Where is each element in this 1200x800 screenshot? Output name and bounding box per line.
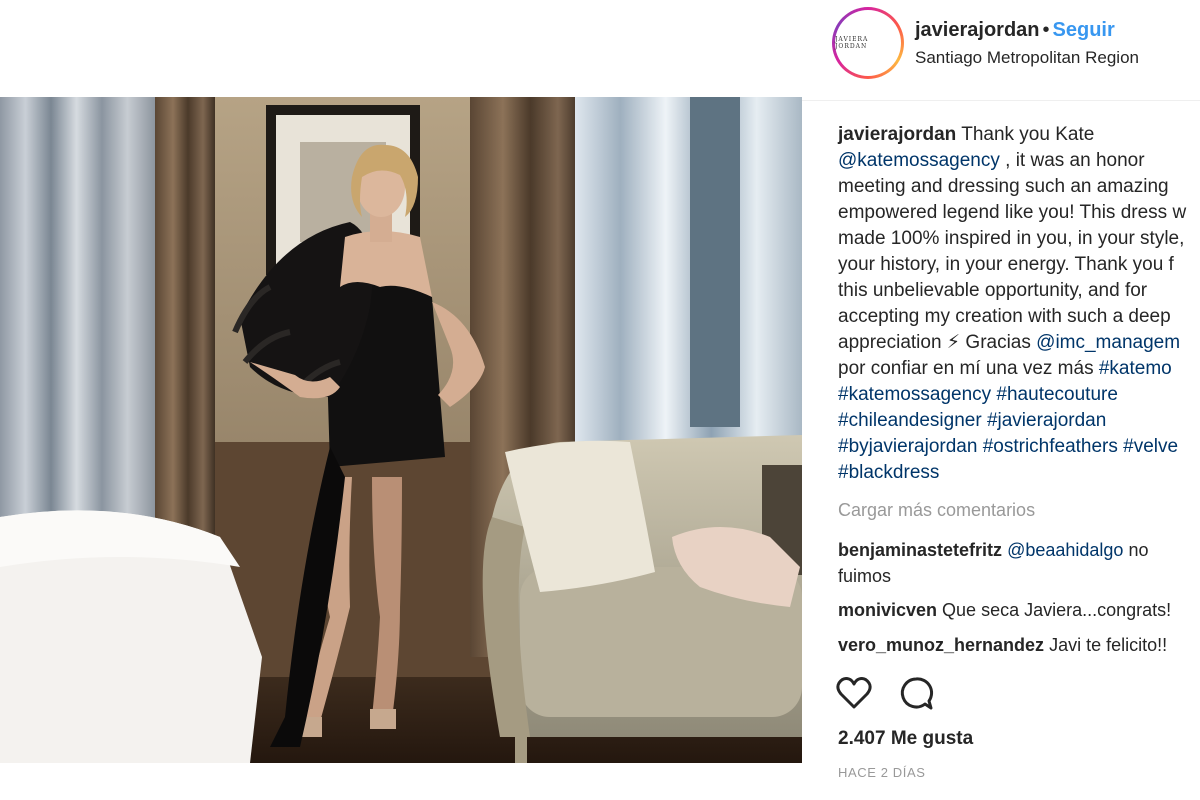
comment-text: Que seca Javiera...congrats! — [937, 600, 1172, 620]
comment-icon[interactable] — [898, 676, 934, 712]
comment-mention[interactable]: @beaahidalgo — [1007, 540, 1123, 560]
caption-text-1: Thank you Kate — [956, 124, 1095, 145]
avatar-logo-text: JAVIERA JORDAN — [835, 36, 869, 50]
caption-text-9: appreciation ⚡ Gracias — [838, 332, 1037, 353]
header-divider — [802, 100, 1200, 101]
caption-mention-imc[interactable]: @imc_managem — [1036, 332, 1180, 353]
caption-text-4: empowered legend like you! This dress w — [838, 202, 1187, 223]
caption-mention-katemossagency[interactable]: @katemossagency — [838, 150, 1000, 171]
caption-text-2: , it was an honor — [999, 150, 1145, 171]
caption-hashtags-13[interactable]: #byjavierajordan #ostrichfeathers #velve — [838, 434, 1200, 460]
comment-username[interactable]: vero_munoz_hernandez — [838, 635, 1044, 655]
caption-hashtags-14[interactable]: #blackdress — [838, 460, 1200, 486]
comment-username[interactable]: monivicven — [838, 600, 937, 620]
comment-item: vero_munoz_hernandez Javi te felicito!! — [838, 632, 1167, 658]
post-timestamp[interactable]: HACE 2 DÍAS — [838, 765, 926, 780]
photo-image — [0, 97, 802, 763]
post-header: JAVIERA JORDAN javierajordan • Seguir Sant… — [802, 0, 1200, 101]
avatar[interactable]: JAVIERA JORDAN — [835, 10, 901, 76]
caption-text-5: made 100% inspired in you, in your style… — [838, 228, 1185, 249]
caption-username[interactable]: javierajordan — [838, 124, 956, 145]
caption-text-8: accepting my creation with such a deep — [838, 306, 1171, 327]
heart-icon[interactable] — [836, 676, 872, 710]
post-caption: javierajordan Thank you Kate @katemossag… — [838, 122, 1200, 486]
comment-text: no — [1123, 540, 1149, 560]
comment-text-line2: fuimos — [838, 566, 892, 586]
post-sidebar: JAVIERA JORDAN javierajordan • Seguir Sant… — [802, 0, 1200, 800]
post-photo[interactable] — [0, 97, 802, 763]
header-user-line: javierajordan • Seguir — [915, 19, 1115, 42]
load-more-comments-button[interactable]: Cargar más comentarios — [838, 500, 1035, 521]
follow-button[interactable]: Seguir — [1053, 19, 1115, 41]
header-username[interactable]: javierajordan — [915, 19, 1040, 41]
comment-item: benjaminastetefritz @beaahidalgo no fuim… — [838, 537, 1148, 589]
comment-username[interactable]: benjaminastetefritz — [838, 540, 1002, 560]
comment-item: monivicven Que seca Javiera...congrats! — [838, 597, 1171, 623]
likes-count[interactable]: 2.407 Me gusta — [838, 728, 973, 750]
caption-hashtag-katemo[interactable]: #katemo — [1099, 358, 1172, 379]
caption-hashtags-11[interactable]: #katemossagency #hautecouture — [838, 382, 1200, 408]
story-ring[interactable]: JAVIERA JORDAN — [832, 7, 904, 79]
caption-hashtags-12[interactable]: #chileandesigner #javierajordan — [838, 408, 1200, 434]
caption-text-10: por confiar en mí una vez más — [838, 358, 1099, 379]
header-separator: • — [1042, 19, 1050, 41]
comment-text: Javi te felicito!! — [1044, 635, 1168, 655]
location-link[interactable]: Santiago Metropolitan Region — [915, 48, 1139, 68]
caption-text-7: this unbelievable opportunity, and for — [838, 280, 1148, 301]
caption-text-6: your history, in your energy. Thank you … — [838, 254, 1174, 275]
caption-text-3: meeting and dressing such an amazing — [838, 176, 1169, 197]
